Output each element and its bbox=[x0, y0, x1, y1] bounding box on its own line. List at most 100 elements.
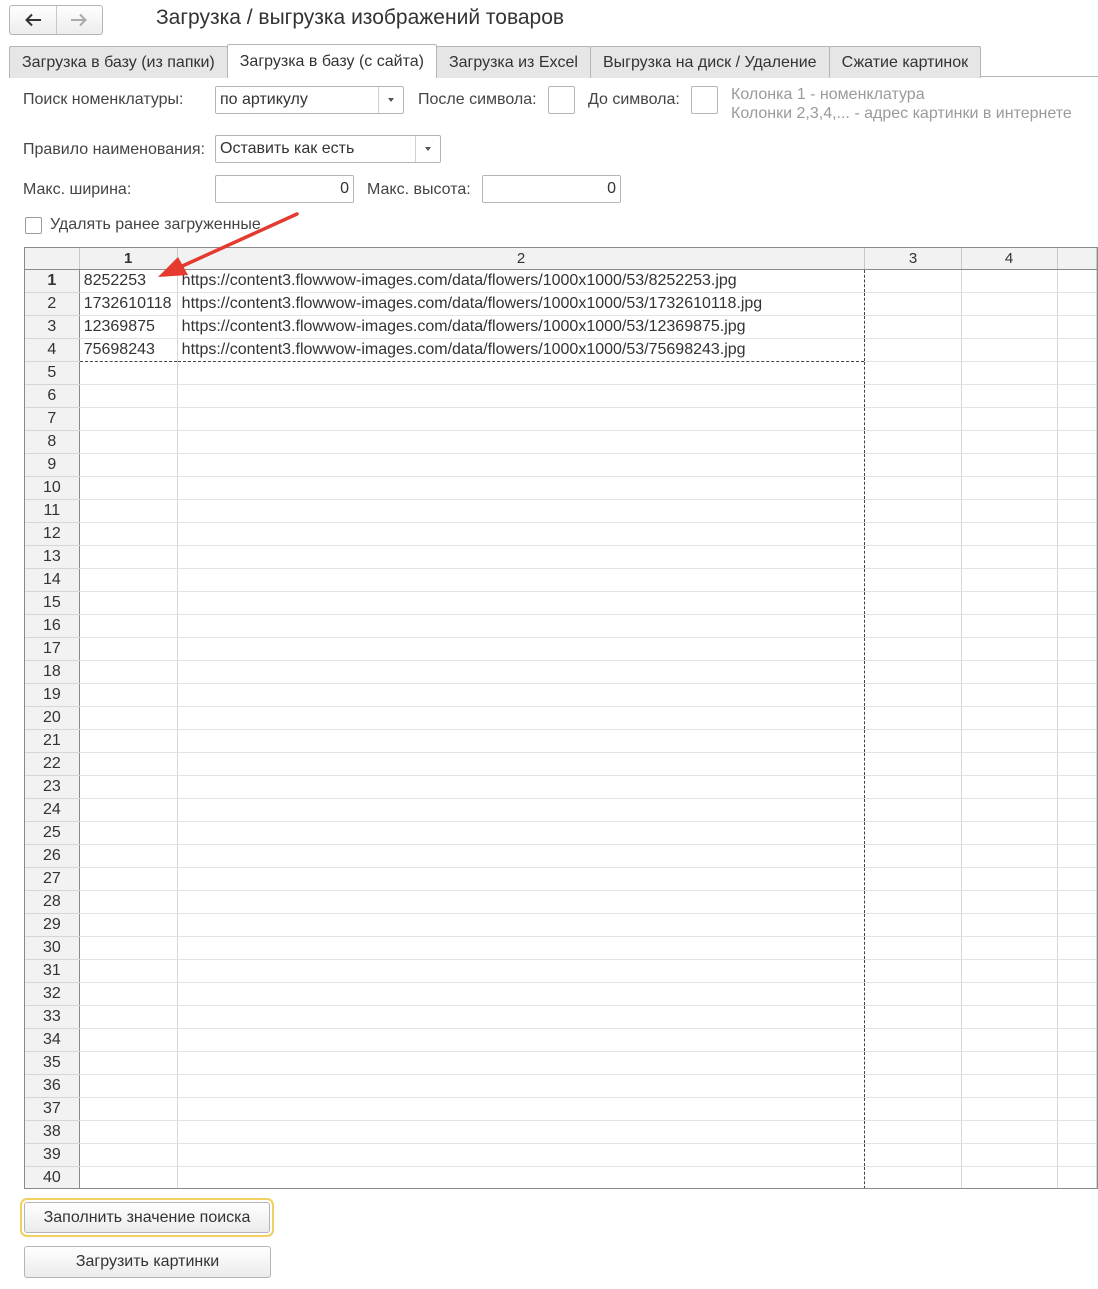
grid-cell[interactable] bbox=[79, 384, 178, 408]
grid-cell[interactable] bbox=[177, 752, 866, 776]
grid-cell[interactable] bbox=[79, 798, 178, 822]
grid-cell[interactable] bbox=[177, 706, 866, 730]
grid-cell[interactable] bbox=[864, 384, 962, 408]
grid-cell[interactable] bbox=[961, 269, 1058, 293]
grid-cell[interactable] bbox=[864, 1097, 962, 1121]
grid-cell[interactable] bbox=[961, 545, 1058, 569]
grid-cell[interactable] bbox=[864, 269, 962, 293]
dropdown-arrow-icon[interactable] bbox=[415, 136, 440, 162]
grid-cell[interactable] bbox=[177, 591, 866, 615]
grid-cell[interactable] bbox=[1057, 1074, 1097, 1098]
grid-cell[interactable] bbox=[177, 1143, 866, 1167]
row-number[interactable]: 23 bbox=[25, 775, 80, 799]
grid-cell[interactable] bbox=[79, 844, 178, 868]
tab-upload-excel[interactable]: Загрузка из Excel bbox=[435, 46, 591, 78]
grid-cell[interactable]: 75698243 bbox=[79, 338, 178, 362]
grid-cell[interactable] bbox=[177, 361, 866, 385]
fill-search-value-button[interactable]: Заполнить значение поиска bbox=[20, 1198, 274, 1237]
row-number[interactable]: 31 bbox=[25, 959, 80, 983]
grid-cell[interactable] bbox=[177, 936, 866, 960]
row-number[interactable]: 30 bbox=[25, 936, 80, 960]
grid-cell[interactable] bbox=[961, 729, 1058, 753]
row-number[interactable]: 7 bbox=[25, 407, 80, 431]
grid-cell[interactable] bbox=[177, 867, 866, 891]
grid-cell[interactable] bbox=[864, 982, 962, 1006]
grid-cell[interactable] bbox=[1057, 775, 1097, 799]
grid-cell[interactable] bbox=[864, 913, 962, 937]
row-number[interactable]: 34 bbox=[25, 1028, 80, 1052]
row-number[interactable]: 28 bbox=[25, 890, 80, 914]
grid-cell[interactable] bbox=[79, 430, 178, 454]
grid-cell[interactable] bbox=[864, 1143, 962, 1167]
grid-cell[interactable] bbox=[1057, 798, 1097, 822]
column-header[interactable]: 4 bbox=[961, 248, 1058, 270]
grid-cell[interactable] bbox=[79, 453, 178, 477]
grid-cell[interactable] bbox=[961, 913, 1058, 937]
grid-cell[interactable] bbox=[177, 499, 866, 523]
grid-cell[interactable] bbox=[177, 430, 866, 454]
grid-cell[interactable] bbox=[864, 844, 962, 868]
grid-cell[interactable] bbox=[177, 1005, 866, 1029]
grid-cell[interactable] bbox=[177, 1028, 866, 1052]
grid-cell[interactable] bbox=[79, 407, 178, 431]
grid-cell[interactable] bbox=[79, 591, 178, 615]
row-number[interactable]: 20 bbox=[25, 706, 80, 730]
grid-cell[interactable] bbox=[961, 1005, 1058, 1029]
row-number[interactable]: 6 bbox=[25, 384, 80, 408]
row-number[interactable]: 3 bbox=[25, 315, 80, 339]
grid-cell[interactable] bbox=[79, 660, 178, 684]
grid-cell[interactable] bbox=[961, 292, 1058, 316]
grid-cell[interactable] bbox=[961, 1051, 1058, 1075]
grid-cell[interactable] bbox=[79, 499, 178, 523]
grid-cell[interactable] bbox=[79, 913, 178, 937]
grid-cell[interactable] bbox=[1057, 936, 1097, 960]
grid-cell[interactable] bbox=[79, 706, 178, 730]
row-number[interactable]: 27 bbox=[25, 867, 80, 891]
grid-cell[interactable] bbox=[177, 821, 866, 845]
grid-cell[interactable] bbox=[1057, 867, 1097, 891]
grid-cell[interactable] bbox=[177, 384, 866, 408]
grid-cell[interactable] bbox=[864, 614, 962, 638]
grid-cell[interactable] bbox=[864, 890, 962, 914]
grid-cell[interactable] bbox=[961, 798, 1058, 822]
grid-cell[interactable] bbox=[961, 1097, 1058, 1121]
grid-cell[interactable]: https://content3.flowwow-images.com/data… bbox=[177, 292, 866, 316]
grid-cell[interactable] bbox=[961, 1120, 1058, 1144]
row-number[interactable]: 22 bbox=[25, 752, 80, 776]
grid-cell[interactable]: 1732610118 bbox=[79, 292, 178, 316]
grid-cell[interactable] bbox=[864, 545, 962, 569]
grid-cell[interactable] bbox=[1057, 752, 1097, 776]
grid-cell[interactable] bbox=[864, 660, 962, 684]
grid-cell[interactable] bbox=[1057, 407, 1097, 431]
grid-cell[interactable] bbox=[864, 683, 962, 707]
row-number[interactable]: 21 bbox=[25, 729, 80, 753]
grid-cell[interactable] bbox=[864, 775, 962, 799]
row-number[interactable]: 12 bbox=[25, 522, 80, 546]
grid-cell[interactable] bbox=[177, 637, 866, 661]
grid-cell[interactable] bbox=[177, 798, 866, 822]
grid-cell[interactable] bbox=[79, 1166, 178, 1188]
grid-cell[interactable] bbox=[961, 959, 1058, 983]
row-number[interactable]: 38 bbox=[25, 1120, 80, 1144]
grid-cell[interactable] bbox=[1057, 1166, 1097, 1188]
dropdown-arrow-icon[interactable] bbox=[378, 87, 403, 113]
row-number[interactable]: 11 bbox=[25, 499, 80, 523]
spreadsheet-grid[interactable]: 1 2 3 4 1 8 25 22 5 3 https://content3.flowwow… bbox=[24, 247, 1098, 1189]
grid-cell[interactable] bbox=[1057, 315, 1097, 339]
grid-cell[interactable] bbox=[79, 959, 178, 983]
grid-cell[interactable] bbox=[961, 890, 1058, 914]
row-number[interactable]: 8 bbox=[25, 430, 80, 454]
grid-cell[interactable] bbox=[1057, 844, 1097, 868]
grid-cell[interactable] bbox=[864, 1166, 962, 1188]
grid-cell[interactable] bbox=[79, 614, 178, 638]
grid-cell[interactable] bbox=[864, 338, 962, 362]
grid-cell[interactable] bbox=[961, 453, 1058, 477]
row-number[interactable]: 24 bbox=[25, 798, 80, 822]
grid-cell[interactable] bbox=[961, 1074, 1058, 1098]
grid-cell[interactable] bbox=[1057, 522, 1097, 546]
grid-cell[interactable]: 12369875 bbox=[79, 315, 178, 339]
grid-cell[interactable] bbox=[1057, 361, 1097, 385]
grid-cell[interactable] bbox=[177, 614, 866, 638]
grid-cell[interactable] bbox=[1057, 1143, 1097, 1167]
grid-cell[interactable] bbox=[177, 522, 866, 546]
